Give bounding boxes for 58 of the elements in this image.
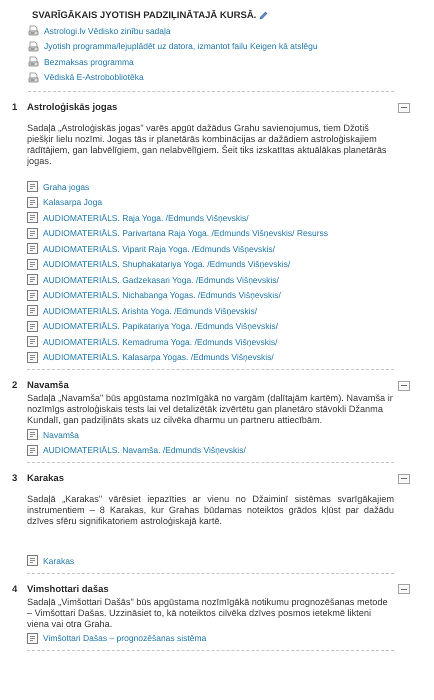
- section-number: 2: [12, 380, 18, 391]
- section-title: Navamša: [27, 380, 70, 391]
- resource-link[interactable]: Bezmaksas programma: [44, 56, 134, 67]
- page-icon: [27, 196, 38, 208]
- resource-link[interactable]: AUDIOMATERIĀLS. Kemadruma Yoga. /Edmunds Višņevskis/: [43, 336, 278, 347]
- section-title: Astroloģiskās jogas: [27, 102, 118, 113]
- resource-link[interactable]: Navamša: [43, 430, 79, 440]
- page-icon: [27, 290, 38, 301]
- resource-link[interactable]: Astrologi.lv Vēdisko zinību sadaļa: [44, 26, 171, 36]
- resource-link[interactable]: AUDIOMATERIĀLS. Nichabanga Yogas. /Edmunds Višņevskis/: [43, 290, 281, 300]
- resource-link[interactable]: Graha jogas: [43, 182, 90, 192]
- collapse-button[interactable]: [398, 584, 410, 594]
- course-title: SVARĪGĀKAIS JYOTISH PADZIĻINĀTAJĀ KURSĀ.: [32, 10, 256, 21]
- page-icon: [27, 258, 38, 270]
- collapse-button[interactable]: [398, 102, 410, 112]
- page-icon: [27, 243, 38, 254]
- section-description: Sadaļā „Astroloģiskās jogas" varēs apgūt dažādus Grahu savienojumus, tiem Džotiš piešķir lielu nozīmi. Jogas tās ir planetārās kombinācijas ar dažādiem astroloģiskajiem rādītājiem, gan labvēlīgiem, gan nelabvēlīgiem. Šeit tiks izskatītas aktuālākas planetārās jogas.: [27, 123, 388, 167]
- drive-icon: [28, 40, 39, 52]
- resource-link[interactable]: AUDIOMATERIĀLS. Shuphakatariya Yoga. /Edmunds Višņevskis/: [43, 259, 290, 270]
- page-icon: [27, 555, 38, 566]
- resource-link[interactable]: Kalasarpa Joga: [43, 197, 102, 208]
- section-title: Vimshottari dašas: [27, 584, 110, 594]
- section-number: 3: [12, 473, 18, 484]
- collapse-button[interactable]: [398, 474, 410, 484]
- resource-link[interactable]: Vēdiskā E-Astrobobliotēka: [44, 72, 144, 82]
- page-icon: [27, 444, 38, 456]
- page-icon: [27, 181, 38, 192]
- page-icon: [27, 305, 38, 316]
- pencil-icon[interactable]: [259, 11, 268, 20]
- drive-icon: [28, 72, 39, 83]
- page-icon: [27, 632, 38, 644]
- collapse-button[interactable]: [398, 380, 410, 390]
- section-title: Karakas: [27, 473, 65, 484]
- resource-link[interactable]: AUDIOMATERIĀLS. Kalasarpa Yogas. /Edmunds Višņevskis/: [43, 352, 274, 362]
- page-icon: [27, 429, 38, 440]
- resource-link[interactable]: Vimšottari Dašas – prognozēšanas sistēma: [43, 633, 206, 644]
- page-icon: [27, 274, 38, 286]
- resource-link[interactable]: Karakas: [43, 556, 74, 566]
- resource-link[interactable]: AUDIOMATERIĀLS. Gadzekasari Yoga. /Edmunds Višņevskis/: [43, 274, 279, 285]
- section-description: Sadaļā „Karakas" vārēsiet iepazīties ar vienu no Džaiminī sistēmas svarīgākajiem instrumentiem – 8 Karakas, kur Grahas būdamas noteiktos grādos kļūst par dažādu dzīves sfēru signifikatoriem astroloģiskajā kartē.: [27, 494, 394, 527]
- section-number: 1: [12, 102, 18, 113]
- page-icon: [27, 336, 38, 348]
- resource-link[interactable]: AUDIOMATERIĀLS. Raja Yoga. /Edmunds Višņevskis/: [43, 212, 249, 223]
- page-icon: [27, 228, 38, 239]
- page-icon: [27, 320, 38, 332]
- section-description: Sadaļā „Navamša" būs apgūstama nozīmīgākā no vargām (dalītajām kartēm). Navamša ir nozīmīgs astroloģiskais tests lai vel detalizētāk izvērtētu gan planetāro stāvokli Džanma Kundalī, gan padziļināts skats uz cilvēka dharmu un partneru attiecībām.: [27, 393, 394, 426]
- page-icon: [27, 352, 38, 363]
- drive-icon: [28, 25, 39, 36]
- drive-icon: [28, 56, 39, 68]
- resource-link[interactable]: AUDIOMATERIĀLS. Papikatariya Yoga. /Edmunds Višņevskis/: [43, 321, 278, 332]
- resource-link[interactable]: Jyotish programma/lejuplādēt uz datora, izmantot failu Keigen kā atslēgu: [44, 41, 318, 52]
- page-icon: [27, 212, 38, 224]
- resource-link[interactable]: AUDIOMATERIĀLS. Parivartana Raja Yoga. /Edmunds Višņevskis/ Resurss: [43, 228, 328, 238]
- section-description: Sadaļā „Vimšottari Dašās" būs apgūstama nozīmīgākā notikumu prognozēšanas metode – Vimšottari Dašas. Uzzināsiet to, kā noteiktos cilvēka dzīves posmos ietekmē likteni viena vai otra Graha.: [27, 596, 389, 630]
- resource-link[interactable]: AUDIOMATERIĀLS. Arishta Yoga. /Edmunds Višņevskis/: [43, 306, 258, 316]
- section-number: 4: [12, 584, 18, 594]
- resource-link[interactable]: AUDIOMATERIĀLS. Navamša. /Edmunds Višņevskis/: [43, 445, 246, 456]
- resource-link[interactable]: AUDIOMATERIĀLS. Viparit Raja Yoga. /Edmunds Višņevskis/: [43, 244, 275, 254]
